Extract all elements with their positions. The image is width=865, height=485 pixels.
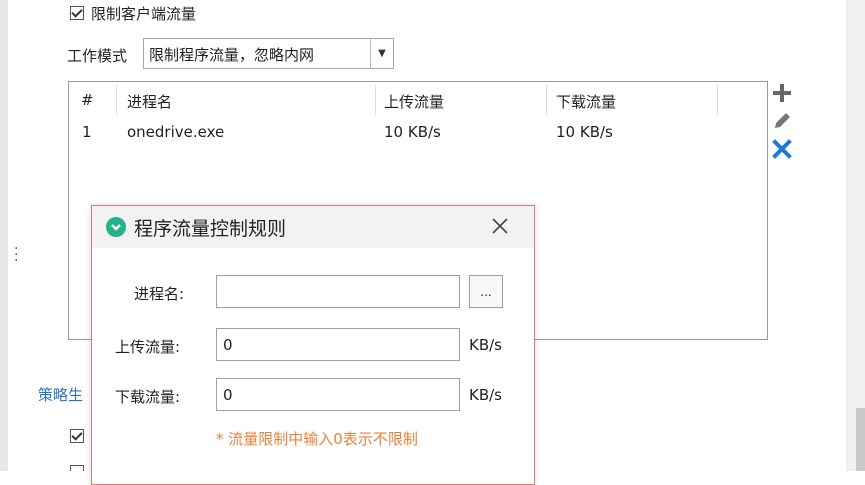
- splitter-handle-icon[interactable]: · · ·: [14, 242, 18, 268]
- scrollbar-thumb[interactable]: [856, 408, 865, 471]
- policy-section-title: 策略生: [38, 386, 84, 404]
- download-traffic-input[interactable]: [216, 378, 460, 411]
- process-traffic-rule-dialog: 程序流量控制规则 进程名: ... 上传流量: KB/s 下载流量: KB/s …: [91, 205, 535, 485]
- cell-index: 1: [82, 123, 92, 141]
- column-header-process[interactable]: 进程名: [127, 91, 172, 112]
- scrollbar-track[interactable]: [846, 0, 865, 471]
- cell-download: 10 KB/s: [556, 123, 613, 141]
- process-name-input[interactable]: [216, 275, 460, 308]
- upload-traffic-input[interactable]: [216, 328, 460, 361]
- column-separator: [546, 85, 547, 115]
- traffic-limit-hint: * 流量限制中输入0表示不限制: [216, 430, 418, 448]
- work-mode-value: 限制程序流量，忽略内网: [149, 46, 315, 64]
- x-icon[interactable]: [771, 138, 793, 160]
- work-mode-label: 工作模式: [67, 47, 128, 65]
- left-panel-edge: [0, 0, 8, 471]
- close-icon[interactable]: [488, 214, 512, 238]
- column-separator: [116, 85, 117, 115]
- download-unit-label: KB/s: [469, 386, 502, 404]
- column-header-download[interactable]: 下载流量: [556, 91, 616, 112]
- work-mode-select[interactable]: 限制程序流量，忽略内网 ▼: [143, 38, 394, 69]
- download-traffic-label: 下载流量:: [115, 388, 181, 406]
- process-name-label: 进程名:: [134, 285, 185, 303]
- chevron-down-icon[interactable]: ▼: [370, 39, 393, 68]
- column-separator: [717, 85, 718, 115]
- column-header-upload[interactable]: 上传流量: [384, 91, 444, 112]
- column-separator: [375, 85, 376, 115]
- cell-upload: 10 KB/s: [384, 123, 441, 141]
- upload-unit-label: KB/s: [469, 336, 502, 354]
- limit-client-traffic-checkbox[interactable]: [70, 6, 84, 20]
- plus-icon[interactable]: [771, 82, 793, 104]
- browse-button[interactable]: ...: [469, 275, 503, 308]
- dialog-title: 程序流量控制规则: [134, 218, 287, 240]
- upload-traffic-label: 上传流量:: [115, 338, 181, 356]
- pencil-icon[interactable]: [771, 110, 793, 132]
- cell-process: onedrive.exe: [127, 123, 225, 141]
- app-logo-icon: [106, 217, 126, 237]
- policy-checkbox[interactable]: [70, 429, 84, 443]
- dialog-header[interactable]: 程序流量控制规则: [92, 206, 534, 248]
- column-header-index[interactable]: #: [81, 91, 94, 109]
- limit-client-traffic-label: 限制客户端流量: [91, 5, 197, 23]
- policy-checkbox-2[interactable]: [70, 465, 84, 471]
